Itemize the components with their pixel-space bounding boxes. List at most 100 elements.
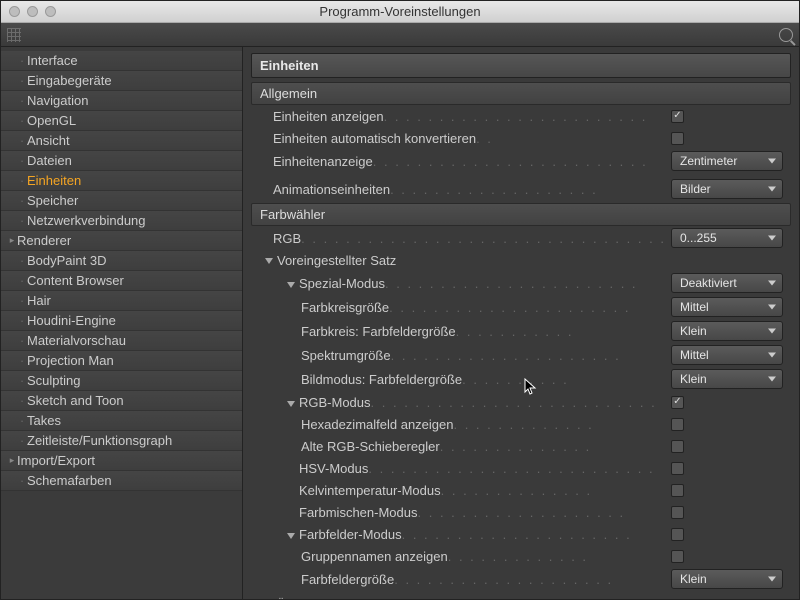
row-show-units: Einheiten anzeigen . . . . . . . . . . .… (251, 105, 791, 127)
label-show-units: Einheiten anzeigen (273, 109, 384, 124)
sidebar-item-bodypaint-3d[interactable]: ·BodyPaint 3D (1, 251, 242, 271)
sidebar-item-hair[interactable]: ·Hair (1, 291, 242, 311)
checkbox-old-sliders[interactable] (671, 440, 684, 453)
row-hex-field: Hexadezimalfeld anzeigen. . . . . . . . … (251, 413, 791, 435)
chevron-down-icon (265, 258, 273, 264)
row-rgb-mode: RGB-Modus. . . . . . . . . . . . . . . .… (251, 391, 791, 413)
checkbox-kelvin-mode[interactable] (671, 484, 684, 497)
sidebar-item-label: Zeitleiste/Funktionsgraph (27, 433, 172, 448)
subgroup-preset[interactable]: Voreingestellter Satz (251, 250, 791, 271)
sidebar-item-interface[interactable]: ·Interface (1, 51, 242, 71)
sidebar-item-label: Einheiten (27, 173, 81, 188)
checkbox-hsv-mode[interactable] (671, 462, 684, 475)
sidebar-item-label: Content Browser (27, 273, 124, 288)
group-colorpicker[interactable]: Farbwähler (251, 203, 791, 226)
sidebar-item-label: Navigation (27, 93, 88, 108)
dropdown-wheel-size[interactable]: Mittel (671, 297, 783, 317)
row-group-names: Gruppennamen anzeigen. . . . . . . . . .… (251, 545, 791, 567)
row-unit-display: Einheitenanzeige . . . . . . . . . . . .… (251, 149, 791, 173)
dropdown-unit-display[interactable]: Zentimeter (671, 151, 783, 171)
restart-note: (Änderungen erst nach Neustart wirksam) (251, 591, 791, 599)
row-hsv-mode: HSV-Modus. . . . . . . . . . . . . . . .… (251, 457, 791, 479)
window-body: ·Interface·Eingabegeräte·Navigation·Open… (1, 47, 799, 599)
sidebar-item-label: Takes (27, 413, 61, 428)
sidebar-item-label: Materialvorschau (27, 333, 126, 348)
sidebar-item-label: Dateien (27, 153, 72, 168)
search-icon[interactable] (779, 28, 793, 42)
sidebar-item-einheiten[interactable]: ·Einheiten (1, 171, 242, 191)
sidebar-item-label: Houdini-Engine (27, 313, 116, 328)
label-auto-convert: Einheiten automatisch konvertieren (273, 131, 476, 146)
chevron-down-icon (287, 533, 295, 539)
sidebar-item-import-export[interactable]: ▸Import/Export (1, 451, 242, 471)
titlebar: Programm-Voreinstellungen (1, 1, 799, 23)
checkbox-group-names[interactable] (671, 550, 684, 563)
sidebar-item-takes[interactable]: ·Takes (1, 411, 242, 431)
checkbox-hex-field[interactable] (671, 418, 684, 431)
label-unit-display: Einheitenanzeige (273, 154, 373, 169)
twisty-icon: ▸ (7, 235, 17, 246)
row-anim-units: Animationseinheiten . . . . . . . . . . … (251, 177, 791, 201)
sidebar-item-ansicht[interactable]: ·Ansicht (1, 131, 242, 151)
row-swatch-size: Farbfeldergröße. . . . . . . . . . . . .… (251, 567, 791, 591)
sidebar-item-content-browser[interactable]: ·Content Browser (1, 271, 242, 291)
sidebar-item-sketch-and-toon[interactable]: ·Sketch and Toon (1, 391, 242, 411)
sidebar-item-materialvorschau[interactable]: ·Materialvorschau (1, 331, 242, 351)
twisty-icon: ▸ (7, 455, 17, 466)
preferences-window: Programm-Voreinstellungen ·Interface·Ein… (0, 0, 800, 600)
sidebar-item-label: Netzwerkverbindung (27, 213, 146, 228)
sidebar-item-zeitleiste-funktionsgraph[interactable]: ·Zeitleiste/Funktionsgraph (1, 431, 242, 451)
checkbox-show-units[interactable] (671, 110, 684, 123)
row-kelvin-mode: Kelvintemperatur-Modus. . . . . . . . . … (251, 479, 791, 501)
dropdown-image-swatch-size[interactable]: Klein (671, 369, 783, 389)
sidebar-item-schemafarben[interactable]: ·Schemafarben (1, 471, 242, 491)
dropdown-special-mode[interactable]: Deaktiviert (671, 273, 783, 293)
sidebar-item-label: Ansicht (27, 133, 70, 148)
row-image-swatch-size: Bildmodus: Farbfeldergröße. . . . . . . … (251, 367, 791, 391)
sidebar-item-projection-man[interactable]: ·Projection Man (1, 351, 242, 371)
sidebar-item-label: BodyPaint 3D (27, 253, 107, 268)
chevron-down-icon (287, 282, 295, 288)
sidebar-item-label: Projection Man (27, 353, 114, 368)
row-swatch-mode: Farbfelder-Modus. . . . . . . . . . . . … (251, 523, 791, 545)
sidebar-item-label: Speicher (27, 193, 78, 208)
sidebar-item-speicher[interactable]: ·Speicher (1, 191, 242, 211)
toolbar (1, 23, 799, 47)
sidebar-item-label: Hair (27, 293, 51, 308)
dropdown-wheel-swatch-size[interactable]: Klein (671, 321, 783, 341)
sidebar-item-label: Sketch and Toon (27, 393, 124, 408)
sidebar-item-sculpting[interactable]: ·Sculpting (1, 371, 242, 391)
dropdown-anim-units[interactable]: Bilder (671, 179, 783, 199)
group-general[interactable]: Allgemein (251, 82, 791, 105)
sidebar-item-eingabeger-te[interactable]: ·Eingabegeräte (1, 71, 242, 91)
checkbox-mix-mode[interactable] (671, 506, 684, 519)
sidebar-item-label: OpenGL (27, 113, 76, 128)
label-anim-units: Animationseinheiten (273, 182, 390, 197)
dropdown-swatch-size[interactable]: Klein (671, 569, 783, 589)
dropdown-rgb[interactable]: 0...255 (671, 228, 783, 248)
row-mix-mode: Farbmischen-Modus. . . . . . . . . . . .… (251, 501, 791, 523)
row-wheel-size: Farbkreisgröße. . . . . . . . . . . . . … (251, 295, 791, 319)
checkbox-rgb-mode[interactable] (671, 396, 684, 409)
checkbox-auto-convert[interactable] (671, 132, 684, 145)
sidebar-item-label: Sculpting (27, 373, 80, 388)
sidebar-item-opengl[interactable]: ·OpenGL (1, 111, 242, 131)
main-panel: Einheiten Allgemein Einheiten anzeigen .… (243, 47, 799, 599)
sidebar-item-renderer[interactable]: ▸Renderer (1, 231, 242, 251)
row-auto-convert: Einheiten automatisch konvertieren . . (251, 127, 791, 149)
sidebar-item-dateien[interactable]: ·Dateien (1, 151, 242, 171)
sidebar-item-label: Schemafarben (27, 473, 112, 488)
label-rgb: RGB (273, 231, 301, 246)
dropdown-spectrum-size[interactable]: Mittel (671, 345, 783, 365)
sidebar-item-navigation[interactable]: ·Navigation (1, 91, 242, 111)
row-wheel-swatch-size: Farbkreis: Farbfeldergröße. . . . . . . … (251, 319, 791, 343)
chevron-down-icon (287, 401, 295, 407)
row-old-sliders: Alte RGB-Schieberegler. . . . . . . . . … (251, 435, 791, 457)
sidebar-item-netzwerkverbindung[interactable]: ·Netzwerkverbindung (1, 211, 242, 231)
sidebar-item-houdini-engine[interactable]: ·Houdini-Engine (1, 311, 242, 331)
row-rgb: RGB . . . . . . . . . . . . . . . . . . … (251, 226, 791, 250)
checkbox-swatch-mode[interactable] (671, 528, 684, 541)
grid-icon[interactable] (7, 28, 21, 42)
sidebar: ·Interface·Eingabegeräte·Navigation·Open… (1, 47, 243, 599)
sidebar-item-label: Eingabegeräte (27, 73, 112, 88)
